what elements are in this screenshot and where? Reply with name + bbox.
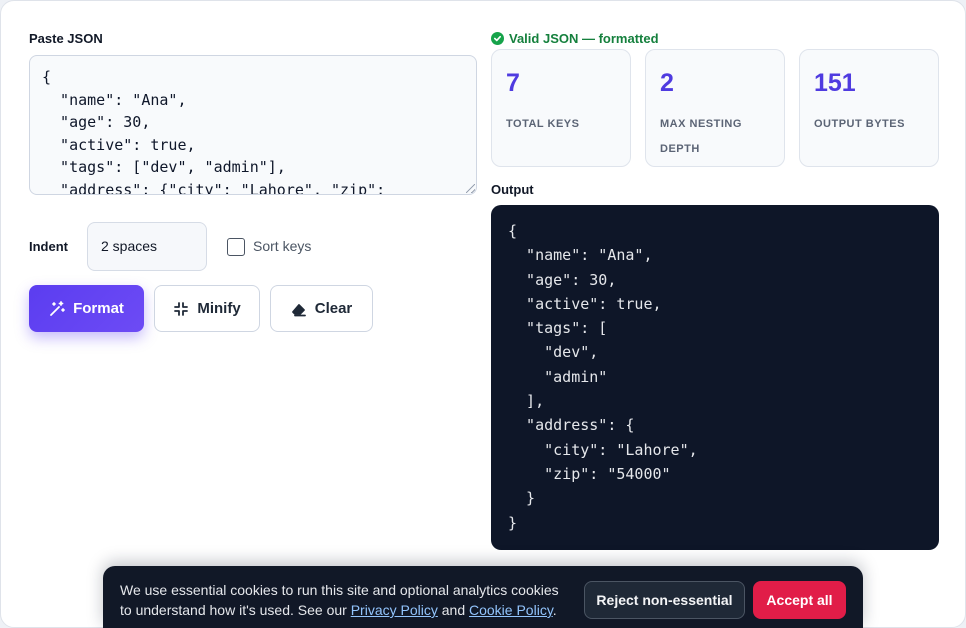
input-label: Paste JSON [29, 31, 103, 46]
indent-label: Indent [29, 239, 68, 254]
json-input-textarea[interactable]: { "name": "Ana", "age": 30, "active": tr… [29, 55, 477, 195]
format-button[interactable]: Format [29, 285, 144, 332]
collapse-arrows-icon [174, 301, 189, 316]
stat-label: TOTAL KEYS [506, 118, 580, 130]
magic-wand-icon [50, 300, 65, 316]
cookie-policy-link[interactable]: Cookie Policy [469, 602, 553, 618]
stat-card-max-depth: 2 MAX NESTING DEPTH [645, 49, 785, 167]
stat-label: OUTPUT BYTES [814, 118, 905, 130]
reject-cookies-button[interactable]: Reject non-essential [584, 581, 745, 619]
sort-keys-label[interactable]: Sort keys [253, 238, 311, 254]
indent-select[interactable]: 2 spaces [87, 222, 207, 271]
eraser-icon [291, 303, 306, 316]
stat-card-output-bytes: 151 OUTPUT BYTES [799, 49, 939, 167]
cookie-message: We use essential cookies to run this sit… [120, 580, 570, 620]
sort-keys-checkbox[interactable] [227, 238, 245, 256]
accept-cookies-button[interactable]: Accept all [753, 581, 846, 619]
stat-card-total-keys: 7 TOTAL KEYS [491, 49, 631, 167]
clear-button[interactable]: Clear [270, 285, 373, 332]
stat-value: 7 [506, 69, 520, 97]
status-text: Valid JSON — formatted [509, 31, 659, 46]
cookie-banner: We use essential cookies to run this sit… [103, 566, 863, 628]
stat-value: 2 [660, 69, 674, 97]
status-badge: Valid JSON — formatted [491, 31, 659, 46]
output-label: Output [491, 182, 534, 197]
json-formatter-card: Paste JSON { "name": "Ana", "age": 30, "… [0, 0, 966, 628]
minify-button[interactable]: Minify [154, 285, 260, 332]
minify-button-label: Minify [197, 300, 241, 317]
stat-label: MAX NESTING DEPTH [660, 118, 742, 155]
cookie-text-end: . [552, 602, 557, 618]
cookie-text-middle: and [437, 602, 469, 618]
stat-value: 151 [814, 69, 856, 97]
check-circle-icon [491, 32, 504, 45]
json-output-panel[interactable]: { "name": "Ana", "age": 30, "active": tr… [491, 205, 939, 550]
format-button-label: Format [73, 300, 124, 317]
resize-grip-icon[interactable] [466, 184, 475, 193]
privacy-policy-link[interactable]: Privacy Policy [351, 602, 438, 618]
clear-button-label: Clear [314, 300, 353, 317]
